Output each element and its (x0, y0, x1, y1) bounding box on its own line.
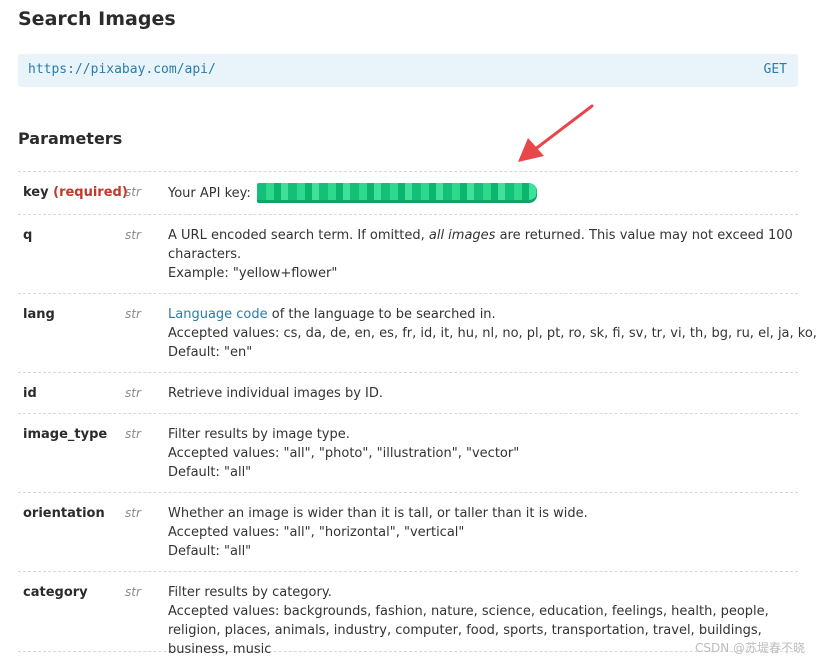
annotation-arrow-icon (518, 104, 594, 162)
param-name-image-type: image_type (23, 427, 108, 442)
param-desc-q: A URL encoded search term. If omitted, a… (168, 226, 793, 283)
param-desc-q-example: Example: "yellow+flower" (168, 266, 338, 281)
parameters-table: key (required) str Your API key: q str A… (18, 171, 817, 657)
param-row-image-type: image_type str Filter results by image t… (18, 414, 798, 493)
param-desc-orientation-default: Default: "all" (168, 544, 252, 559)
watermark: CSDN @苏堤春不晓 (694, 641, 805, 655)
param-type-key: str (125, 185, 141, 199)
q-desc-emphasis: all images (428, 228, 496, 243)
param-name-lang: lang (23, 307, 55, 322)
param-row-lang: lang str Language code of the language t… (18, 294, 817, 373)
param-type-q: str (125, 228, 141, 242)
param-row-category: category str Filter results by category.… (18, 572, 798, 657)
param-desc-orientation-accepted: Accepted values: "all", "horizontal", "v… (168, 525, 465, 540)
param-name-category: category (23, 585, 88, 600)
param-type-image-type: str (125, 427, 141, 441)
annotation-arrow-shaft (532, 104, 594, 152)
param-desc-image-type-default: Default: "all" (168, 465, 252, 480)
param-type-id: str (125, 386, 141, 400)
endpoint-url[interactable]: https://pixabay.com/api/ (28, 62, 216, 77)
param-name-key: key (required) (23, 183, 128, 202)
api-key-line: Your API key: (168, 183, 793, 203)
endpoint-bar: https://pixabay.com/api/ GET (18, 54, 798, 87)
param-desc-id-text: Retrieve individual images by ID. (168, 386, 383, 401)
param-desc-lang-text: Language code of the language to be sear… (168, 305, 793, 324)
annotation-arrow-head (518, 138, 544, 162)
param-desc-lang: Language code of the language to be sear… (168, 305, 817, 362)
param-desc-lang-accepted: Accepted values: cs, da, de, en, es, fr,… (168, 326, 817, 341)
api-key-label: Your API key: (168, 185, 251, 201)
param-desc-orientation-text: Whether an image is wider than it is tal… (168, 506, 588, 521)
param-desc-key: Your API key: (168, 183, 793, 203)
param-desc-q-text: A URL encoded search term. If omitted, a… (168, 226, 793, 264)
param-row-orientation: orientation str Whether an image is wide… (18, 493, 798, 572)
param-desc-lang-default: Default: "en" (168, 345, 253, 360)
param-desc-image-type-text: Filter results by image type. (168, 427, 350, 442)
param-row-id: id str Retrieve individual images by ID. (18, 373, 798, 414)
endpoint-method: GET (763, 62, 787, 77)
param-row-q: q str A URL encoded search term. If omit… (18, 215, 798, 294)
param-type-orientation: str (125, 506, 141, 520)
param-name-orientation: orientation (23, 506, 105, 521)
api-key-redaction (256, 183, 537, 203)
param-desc-id: Retrieve individual images by ID. (168, 384, 793, 403)
param-desc-image-type: Filter results by image type. Accepted v… (168, 425, 793, 482)
param-desc-category-text: Filter results by category. (168, 585, 332, 600)
page-title: Search Images (18, 8, 176, 30)
param-type-category: str (125, 585, 141, 599)
param-name-id: id (23, 386, 37, 401)
param-name-key-text: key (23, 185, 49, 200)
param-type-lang: str (125, 307, 141, 321)
lang-desc-after-link: of the language to be searched in. (267, 307, 496, 322)
param-desc-image-type-accepted: Accepted values: "all", "photo", "illust… (168, 446, 520, 461)
param-row-key: key (required) str Your API key: (18, 172, 798, 215)
param-desc-orientation: Whether an image is wider than it is tal… (168, 504, 793, 561)
language-code-link[interactable]: Language code (168, 307, 268, 322)
param-name-q: q (23, 228, 33, 243)
parameters-heading: Parameters (18, 129, 123, 148)
param-required-badge: (required) (53, 185, 128, 200)
q-desc-part1: A URL encoded search term. If omitted, (168, 228, 429, 243)
